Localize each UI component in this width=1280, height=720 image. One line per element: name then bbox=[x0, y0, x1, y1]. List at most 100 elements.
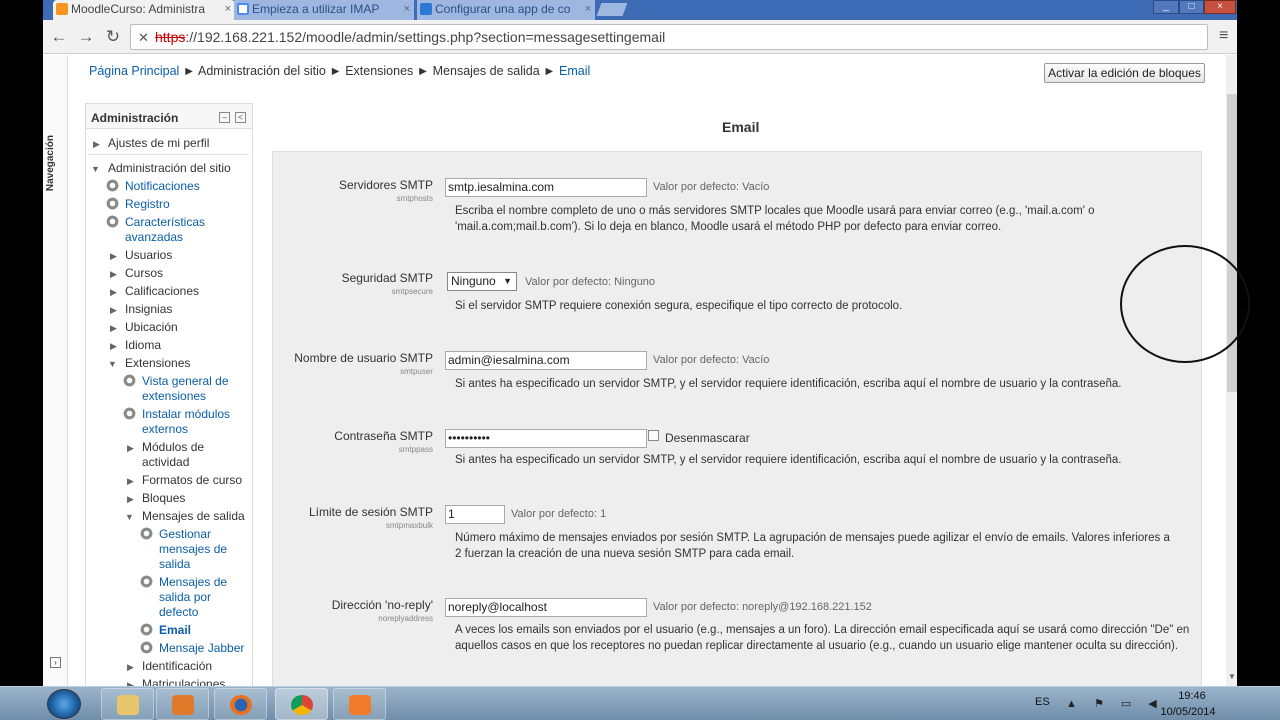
cursor-highlight bbox=[1120, 245, 1250, 363]
tree-item-email[interactable]: Email bbox=[159, 623, 191, 639]
tree-item-courses[interactable]: Cursos bbox=[125, 266, 163, 282]
url-text[interactable]: https://192.168.221.152/moodle/admin/set… bbox=[155, 29, 665, 45]
system-tray-icons[interactable]: ▲ ⚑ ▭ ◀ bbox=[1066, 697, 1164, 710]
tree-item-install-plugins[interactable]: Instalar módulos bbox=[142, 407, 230, 423]
gear-icon bbox=[123, 407, 136, 420]
breadcrumb: Página Principal ► Administración del si… bbox=[89, 64, 590, 78]
expanded-arrow-icon: ▼ bbox=[108, 359, 117, 369]
tab-moodle[interactable]: MoodleCurso: Administra × bbox=[53, 0, 235, 20]
administration-block-header: Administración – < bbox=[86, 104, 252, 129]
tree-item-plugins-overview[interactable]: Vista general de bbox=[142, 374, 229, 390]
unmask-checkbox[interactable] bbox=[648, 430, 659, 441]
tree-item-jabber[interactable]: Mensaje Jabber bbox=[159, 641, 244, 657]
taskbar-firefox[interactable] bbox=[214, 688, 267, 720]
setting-default-smtpmaxbulk: Valor por defecto: 1 bbox=[511, 508, 607, 520]
tab-close-icon[interactable]: × bbox=[225, 0, 231, 18]
tree-separator bbox=[89, 154, 249, 155]
tree-item-language[interactable]: Idioma bbox=[125, 338, 161, 354]
gear-icon bbox=[140, 641, 153, 654]
forward-button[interactable]: → bbox=[76, 27, 96, 47]
tree-item-location[interactable]: Ubicación bbox=[125, 320, 178, 336]
tree-item-install-plugins-line2[interactable]: externos bbox=[142, 422, 188, 438]
taskbar-media-player[interactable] bbox=[156, 688, 209, 720]
tab-close-icon[interactable]: × bbox=[585, 0, 591, 18]
minimize-button[interactable]: _ bbox=[1153, 0, 1179, 14]
tree-item-advanced-features-line2[interactable]: avanzadas bbox=[125, 230, 183, 246]
navigation-dock-label[interactable]: Navegación bbox=[45, 135, 56, 191]
smtpsecure-select[interactable]: Ninguno ▼ bbox=[447, 272, 517, 291]
address-bar[interactable]: ✕ https://192.168.221.152/moodle/admin/s… bbox=[130, 24, 1208, 50]
scroll-down-arrow-icon[interactable]: ▼ bbox=[1228, 672, 1236, 681]
reload-button[interactable]: ↻ bbox=[103, 27, 123, 47]
insecure-lock-icon[interactable]: ✕ bbox=[138, 30, 149, 46]
collapsed-arrow-icon: ▶ bbox=[127, 476, 134, 486]
tree-item-grades[interactable]: Calificaciones bbox=[125, 284, 199, 300]
tree-item-manage-message-outputs[interactable]: Gestionar bbox=[159, 527, 211, 543]
dock-toggle-icon[interactable]: › bbox=[50, 657, 61, 668]
smtpmaxbulk-input[interactable]: 1 bbox=[445, 505, 505, 524]
setting-label-smtpuser: Nombre de usuario SMTP bbox=[294, 351, 433, 365]
clock-date[interactable]: 10/05/2014 bbox=[1158, 706, 1218, 718]
setting-key-smtppass: smtppass bbox=[398, 445, 433, 454]
tree-item-authentication[interactable]: Identificación bbox=[142, 659, 212, 675]
taskbar-xampp[interactable] bbox=[333, 688, 386, 720]
browser-toolbar: ← → ↻ ✕ https://192.168.221.152/moodle/a… bbox=[43, 20, 1237, 54]
start-button[interactable] bbox=[47, 689, 81, 719]
breadcrumb-extensions[interactable]: Extensiones bbox=[345, 64, 413, 78]
tree-item-badges[interactable]: Insignias bbox=[125, 302, 172, 318]
collapse-block-icon[interactable]: – bbox=[219, 112, 230, 123]
close-window-button[interactable]: × bbox=[1204, 0, 1236, 14]
tree-item-users[interactable]: Usuarios bbox=[125, 248, 172, 264]
setting-default-smtpsecure: Valor por defecto: Ninguno bbox=[525, 276, 656, 288]
browser-menu-icon[interactable]: ≡ bbox=[1219, 27, 1228, 45]
dock-block-icon[interactable]: < bbox=[235, 112, 246, 123]
tree-item-manage-message-outputs-line3[interactable]: salida bbox=[159, 557, 190, 573]
breadcrumb-separator: ► bbox=[329, 64, 342, 78]
tab-config-app[interactable]: Configurar una app de co × bbox=[417, 0, 595, 20]
smtphosts-input[interactable]: smtp.iesalmina.com bbox=[445, 178, 647, 197]
tree-item-notifications[interactable]: Notificaciones bbox=[125, 179, 200, 195]
tree-item-extensions[interactable]: Extensiones bbox=[125, 356, 190, 372]
setting-description-smtphosts: Escriba el nombre completo de uno o más … bbox=[455, 205, 1095, 233]
url-scheme: https bbox=[155, 29, 186, 45]
unmask-label[interactable]: Desenmascarar bbox=[665, 431, 750, 445]
tree-item-manage-message-outputs-line2[interactable]: mensajes de bbox=[159, 542, 227, 558]
tree-item-site-admin[interactable]: Administración del sitio bbox=[108, 161, 231, 177]
collapsed-arrow-icon: ▶ bbox=[127, 443, 134, 453]
tree-item-course-formats[interactable]: Formatos de curso bbox=[142, 473, 242, 489]
setting-key-noreplyaddress: noreplyaddress bbox=[378, 614, 433, 623]
page-scrollbar[interactable]: ▼ bbox=[1226, 55, 1237, 686]
new-tab-button[interactable] bbox=[596, 3, 628, 16]
tree-item-message-outputs[interactable]: Mensajes de salida bbox=[142, 509, 245, 525]
tab-close-icon[interactable]: × bbox=[404, 0, 410, 18]
maximize-button[interactable]: □ bbox=[1179, 0, 1204, 14]
taskbar-chrome[interactable] bbox=[275, 688, 328, 720]
breadcrumb-message-outputs[interactable]: Mensajes de salida bbox=[433, 64, 540, 78]
setting-description-smtppass: Si antes ha especificado un servidor SMT… bbox=[455, 454, 1122, 466]
back-button[interactable]: ← bbox=[49, 27, 69, 47]
clock-time[interactable]: 19:46 bbox=[1172, 690, 1212, 702]
tree-item-plugins-overview-line2[interactable]: extensiones bbox=[142, 389, 206, 405]
navigation-dock: Navegación › bbox=[43, 55, 68, 686]
tree-item-activity-modules[interactable]: Módulos de bbox=[142, 440, 204, 456]
tree-item-default-message-outputs-line2[interactable]: salida por bbox=[159, 590, 211, 606]
smtpuser-input[interactable]: admin@iesalmina.com bbox=[445, 351, 647, 370]
tree-item-blocks[interactable]: Bloques bbox=[142, 491, 185, 507]
tree-item-registration[interactable]: Registro bbox=[125, 197, 170, 213]
tree-item-activity-modules-line2[interactable]: actividad bbox=[142, 455, 189, 471]
smtppass-input[interactable]: •••••••••• bbox=[445, 429, 647, 448]
tree-item-enrolments[interactable]: Matriculaciones bbox=[142, 677, 225, 686]
enable-block-editing-button[interactable]: Activar la edición de bloques bbox=[1044, 63, 1205, 83]
tree-item-advanced-features[interactable]: Características bbox=[125, 215, 205, 231]
tab-gmail-imap[interactable]: Empieza a utilizar IMAP × bbox=[234, 0, 414, 20]
taskbar-explorer[interactable] bbox=[101, 688, 154, 720]
noreplyaddress-input[interactable]: noreply@localhost bbox=[445, 598, 647, 617]
language-indicator[interactable]: ES bbox=[1035, 696, 1050, 708]
breadcrumb-home[interactable]: Página Principal bbox=[89, 64, 179, 78]
tree-item-default-message-outputs[interactable]: Mensajes de bbox=[159, 575, 227, 591]
breadcrumb-email[interactable]: Email bbox=[559, 64, 590, 78]
tree-item-profile-settings[interactable]: Ajustes de mi perfil bbox=[108, 136, 209, 152]
tree-item-default-message-outputs-line3[interactable]: defecto bbox=[159, 605, 198, 621]
gear-icon bbox=[106, 179, 119, 192]
breadcrumb-site-admin[interactable]: Administración del sitio bbox=[198, 64, 326, 78]
